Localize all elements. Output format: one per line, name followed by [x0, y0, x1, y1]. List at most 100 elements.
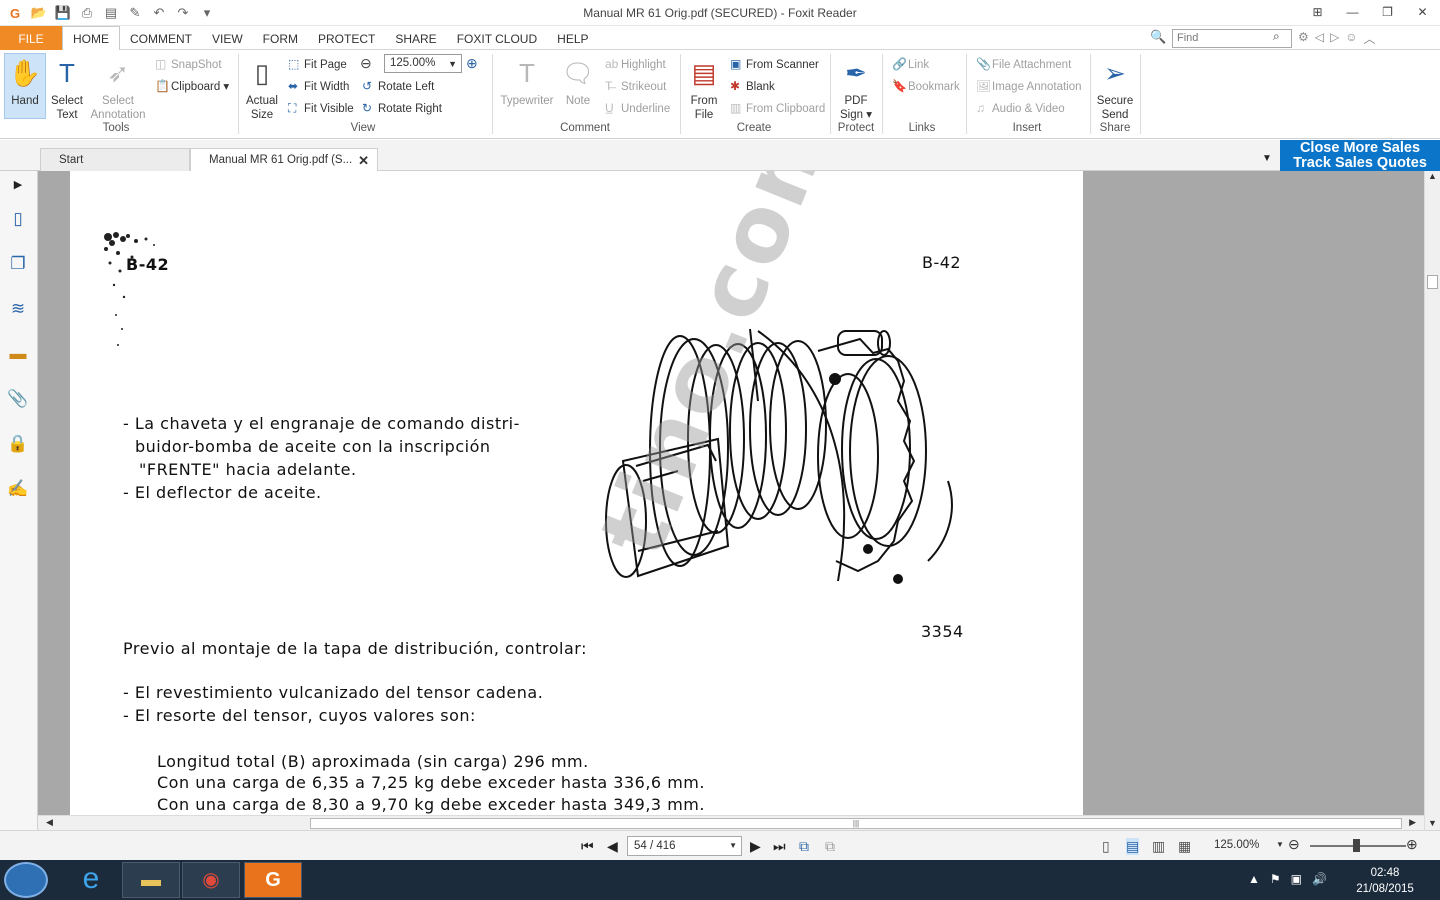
menu-comment[interactable]: COMMENT — [120, 26, 202, 50]
scroll-up-icon[interactable]: ▲ — [1428, 171, 1437, 181]
chrome-icon[interactable]: ◉ — [182, 862, 240, 898]
comments-icon[interactable]: ▬ — [6, 342, 30, 366]
settings-icon[interactable]: ⚙ — [1298, 30, 1309, 47]
scroll-right-icon[interactable]: ▶ — [1409, 817, 1416, 828]
menu-home[interactable]: HOME — [62, 26, 120, 51]
collapse-ribbon-icon[interactable]: ︿ — [1364, 30, 1376, 47]
typewriter-button[interactable]: T Typewriter — [498, 56, 556, 108]
menu-help[interactable]: HELP — [547, 26, 598, 50]
facing-pages-icon[interactable]: ▥ — [1152, 838, 1165, 855]
rotate-right-button[interactable]: ↻ Rotate Right — [362, 101, 442, 116]
zoom-select[interactable]: 125.00% ▼ — [384, 54, 462, 73]
ad-banner[interactable]: Close More Sales Track Sales Quotes — [1280, 140, 1440, 171]
zoom-in-icon[interactable]: ⊕ — [466, 55, 478, 72]
last-page-icon[interactable]: ⏭ — [773, 838, 786, 855]
fit-width-button[interactable]: ⬌ Fit Width — [288, 79, 349, 94]
hand-tool-button[interactable]: ✋ Hand — [4, 56, 46, 108]
minimize-button[interactable]: — — [1335, 0, 1370, 24]
signature-icon[interactable]: ✍ — [6, 477, 30, 501]
close-tab-icon[interactable]: ✕ — [358, 153, 369, 169]
first-page-icon[interactable]: ⏮ — [581, 838, 594, 855]
zoom-slider-knob[interactable] — [1353, 839, 1360, 852]
menu-protect[interactable]: PROTECT — [308, 26, 385, 50]
attachments-icon[interactable]: 📎 — [6, 387, 30, 411]
fit-page-button[interactable]: ⬚ Fit Page — [288, 57, 347, 72]
blank-button[interactable]: ✱ Blank — [730, 79, 775, 94]
bookmark-button[interactable]: 🔖Bookmark — [892, 79, 960, 94]
continuous-page-icon[interactable]: ▤ — [1126, 838, 1140, 855]
select-text-button[interactable]: T Select Text — [48, 56, 86, 122]
menu-file[interactable]: FILE — [0, 26, 62, 50]
forward-icon[interactable]: ▷ — [1330, 30, 1339, 47]
para3-line1: Longitud total (B) aproximada (sin carga… — [157, 752, 589, 771]
zoom-out-icon[interactable]: ⊖ — [360, 55, 372, 72]
fit-visible-icon: ⛶ — [288, 101, 297, 115]
find-folder-icon[interactable]: 🔍 — [1150, 29, 1166, 45]
horizontal-scrollbar[interactable]: ◀ ||| ▶ — [38, 815, 1424, 830]
security-lock-icon[interactable]: 🔒 — [6, 432, 30, 456]
fit-visible-button[interactable]: ⛶ Fit Visible — [288, 101, 354, 116]
foxit-reader-taskbar-icon[interactable]: G — [244, 862, 302, 898]
pdf-sign-button[interactable]: ✒ PDF Sign ▾ — [836, 56, 876, 122]
from-file-button[interactable]: ▤ From File — [686, 56, 722, 122]
restore-layout-icon[interactable]: ⊞ — [1300, 0, 1335, 24]
maximize-button[interactable]: ❐ — [1370, 0, 1405, 24]
back-icon[interactable]: ◁ — [1315, 30, 1324, 47]
scroll-left-icon[interactable]: ◀ — [46, 817, 53, 828]
next-page-icon[interactable]: ▶ — [750, 838, 761, 855]
page-number-input[interactable]: 54 / 416 ▼ — [627, 836, 742, 856]
image-annotation-button[interactable]: 🖼Image Annotation — [976, 79, 1082, 94]
zoom-out-status-icon[interactable]: ⊖ — [1288, 836, 1300, 853]
strikeout-button[interactable]: T̶ Strikeout — [605, 79, 666, 94]
layers-icon[interactable]: ❐ — [6, 252, 30, 276]
clipboard-button[interactable]: 📋Clipboard ▾ — [155, 79, 229, 94]
vertical-scroll-thumb[interactable] — [1427, 275, 1438, 289]
zoom-level[interactable]: 125.00% — [1214, 839, 1259, 851]
taskbar-clock[interactable]: 02:48 21/08/2015 — [1352, 865, 1418, 897]
horizontal-scroll-thumb[interactable]: ||| — [310, 818, 1402, 829]
volume-icon[interactable]: 🔊 — [1312, 872, 1327, 886]
previous-view-icon[interactable]: ⧉ — [799, 838, 809, 855]
expand-panel-icon[interactable]: ▶ — [6, 173, 30, 197]
show-hidden-icons[interactable]: ▲ — [1248, 872, 1260, 886]
highlight-button[interactable]: ab Highlight — [605, 57, 666, 72]
internet-explorer-icon[interactable]: e — [62, 862, 120, 898]
tab-document[interactable]: Manual MR 61 Orig.pdf (S... ✕ — [190, 148, 378, 172]
menu-view[interactable]: VIEW — [202, 26, 253, 50]
from-clipboard-button[interactable]: ▥ From Clipboard — [730, 101, 825, 116]
tab-start[interactable]: Start — [40, 148, 190, 171]
previous-page-icon[interactable]: ◀ — [607, 838, 618, 855]
file-explorer-icon[interactable]: ▬ — [122, 862, 180, 898]
snapshot-button[interactable]: ◫ SnapShot — [155, 57, 222, 72]
file-attachment-button[interactable]: 📎File Attachment — [976, 57, 1071, 72]
rotate-left-button[interactable]: ↺ Rotate Left — [362, 79, 434, 94]
vertical-scrollbar[interactable]: ▲ ▼ — [1424, 171, 1440, 830]
continuous-facing-icon[interactable]: ▦ — [1178, 838, 1191, 855]
select-annotation-button[interactable]: ➶ Select Annotation — [88, 56, 148, 122]
document-viewport[interactable]: B-42 B-42 - La chaveta y el engranaje de… — [38, 171, 1424, 815]
menu-form[interactable]: FORM — [253, 26, 308, 50]
search-icon[interactable]: ⌕ — [1273, 29, 1280, 44]
menu-foxit-cloud[interactable]: FOXIT CLOUD — [447, 26, 547, 50]
close-button[interactable]: ✕ — [1405, 0, 1440, 24]
action-center-flag-icon[interactable]: ⚑ — [1270, 872, 1281, 886]
underline-button[interactable]: U̲ Underline — [605, 101, 670, 116]
zoom-dropdown-icon[interactable]: ▼ — [1276, 840, 1284, 849]
menu-share[interactable]: SHARE — [385, 26, 446, 50]
note-button[interactable]: 🗨 Note — [560, 56, 596, 108]
start-button[interactable] — [4, 862, 48, 898]
zoom-in-status-icon[interactable]: ⊕ — [1406, 836, 1418, 853]
single-page-icon[interactable]: ▯ — [1102, 838, 1110, 855]
next-view-icon[interactable]: ⧉ — [825, 838, 835, 855]
link-button[interactable]: 🔗Link — [892, 57, 929, 72]
tab-list-icon[interactable]: ▼ — [1262, 153, 1272, 164]
user-icon[interactable]: ☺ — [1345, 30, 1357, 47]
scroll-down-icon[interactable]: ▼ — [1428, 818, 1437, 828]
secure-send-button[interactable]: ➢ Secure Send — [1094, 56, 1136, 122]
audio-video-button[interactable]: ♫ Audio & Video — [976, 101, 1065, 116]
from-scanner-button[interactable]: ▣ From Scanner — [730, 57, 819, 72]
layer-stack-icon[interactable]: ≋ — [6, 297, 30, 321]
network-icon[interactable]: ▣ — [1291, 872, 1302, 886]
actual-size-button[interactable]: ▯ Actual Size — [244, 56, 280, 122]
pages-icon[interactable]: ▯ — [6, 207, 30, 231]
